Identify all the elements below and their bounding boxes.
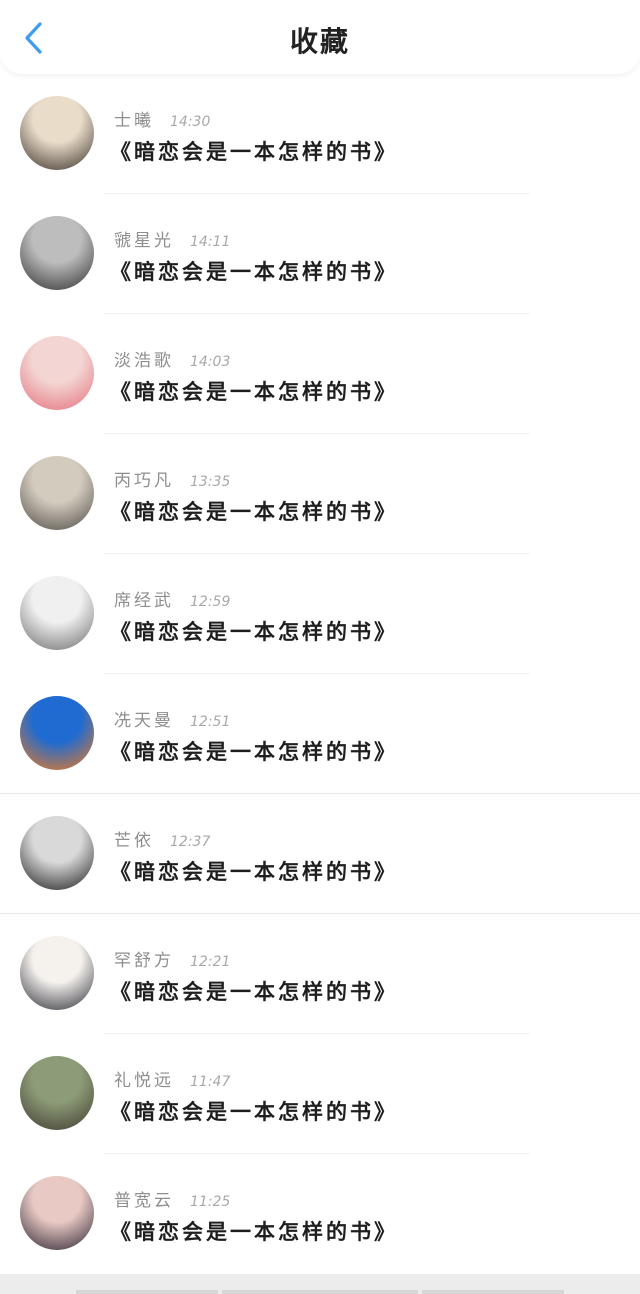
book-title[interactable]: 《暗恋会是一本怎样的书》	[110, 376, 398, 406]
list-item[interactable]: 士曦 14:30 《暗恋会是一本怎样的书》	[0, 74, 640, 194]
list-item[interactable]: 罕舒方 12:21 《暗恋会是一本怎样的书》	[0, 914, 640, 1034]
list-item[interactable]: 虢星光 14:11 《暗恋会是一本怎样的书》	[0, 194, 640, 314]
timestamp: 12:37	[170, 834, 211, 850]
user-name: 席经武	[114, 591, 174, 611]
book-title[interactable]: 《暗恋会是一本怎样的书》	[110, 1216, 398, 1246]
avatar[interactable]	[20, 456, 94, 530]
avatar[interactable]	[20, 216, 94, 290]
book-title[interactable]: 《暗恋会是一本怎样的书》	[110, 256, 398, 286]
timestamp: 12:51	[190, 714, 231, 730]
user-name: 罕舒方	[114, 951, 174, 971]
book-title[interactable]: 《暗恋会是一本怎样的书》	[110, 136, 398, 166]
bottom-divider	[222, 1290, 418, 1294]
item-meta: 普宽云 11:25	[114, 1186, 231, 1211]
user-name: 士曦	[114, 111, 154, 131]
list-item[interactable]: 席经武 12:59 《暗恋会是一本怎样的书》	[0, 554, 640, 674]
list-item[interactable]: 普宽云 11:25 《暗恋会是一本怎样的书》	[0, 1154, 640, 1274]
timestamp: 11:47	[190, 1074, 231, 1090]
user-name: 冼天曼	[114, 711, 174, 731]
book-title[interactable]: 《暗恋会是一本怎样的书》	[110, 496, 398, 526]
avatar[interactable]	[20, 1056, 94, 1130]
user-name: 丙巧凡	[114, 471, 174, 491]
top-bar: 收藏	[0, 0, 640, 74]
item-meta: 席经武 12:59	[114, 586, 231, 611]
book-title[interactable]: 《暗恋会是一本怎样的书》	[110, 976, 398, 1006]
avatar[interactable]	[20, 696, 94, 770]
timestamp: 14:30	[170, 114, 211, 130]
book-title[interactable]: 《暗恋会是一本怎样的书》	[110, 856, 398, 886]
bottom-divider	[422, 1290, 564, 1294]
bottom-divider	[76, 1290, 218, 1294]
list-item[interactable]: 礼悦远 11:47 《暗恋会是一本怎样的书》	[0, 1034, 640, 1154]
timestamp: 12:59	[190, 594, 231, 610]
item-meta: 士曦 14:30	[114, 106, 211, 131]
item-meta: 冼天曼 12:51	[114, 706, 231, 731]
avatar[interactable]	[20, 816, 94, 890]
list-item[interactable]: 淡浩歌 14:03 《暗恋会是一本怎样的书》	[0, 314, 640, 434]
user-name: 普宽云	[114, 1191, 174, 1211]
user-name: 芒依	[114, 831, 154, 851]
timestamp: 11:25	[190, 1194, 231, 1210]
book-title[interactable]: 《暗恋会是一本怎样的书》	[110, 736, 398, 766]
user-name: 虢星光	[114, 231, 174, 251]
book-title[interactable]: 《暗恋会是一本怎样的书》	[110, 1096, 398, 1126]
avatar[interactable]	[20, 1176, 94, 1250]
avatar[interactable]	[20, 96, 94, 170]
user-name: 礼悦远	[114, 1071, 174, 1091]
favorites-list: 士曦 14:30 《暗恋会是一本怎样的书》 虢星光 14:11 《暗恋会是一本怎样的书》淡…	[0, 74, 640, 1274]
timestamp: 13:35	[190, 474, 231, 490]
timestamp: 12:21	[190, 954, 231, 970]
bottom-bar	[0, 1274, 640, 1294]
item-meta: 丙巧凡 13:35	[114, 466, 231, 491]
user-name: 淡浩歌	[114, 351, 174, 371]
timestamp: 14:03	[190, 354, 231, 370]
list-item[interactable]: 冼天曼 12:51 《暗恋会是一本怎样的书》	[0, 674, 640, 794]
timestamp: 14:11	[190, 234, 231, 250]
avatar[interactable]	[20, 576, 94, 650]
list-item[interactable]: 丙巧凡 13:35 《暗恋会是一本怎样的书》	[0, 434, 640, 554]
avatar[interactable]	[20, 936, 94, 1010]
item-meta: 礼悦远 11:47	[114, 1066, 231, 1091]
item-meta: 淡浩歌 14:03	[114, 346, 231, 371]
item-meta: 芒依 12:37	[114, 826, 211, 851]
list-item[interactable]: 芒依 12:37 《暗恋会是一本怎样的书》	[0, 794, 640, 914]
page-title: 收藏	[289, 25, 350, 58]
book-title[interactable]: 《暗恋会是一本怎样的书》	[110, 616, 398, 646]
item-meta: 罕舒方 12:21	[114, 946, 231, 971]
avatar[interactable]	[20, 336, 94, 410]
item-meta: 虢星光 14:11	[114, 226, 231, 251]
